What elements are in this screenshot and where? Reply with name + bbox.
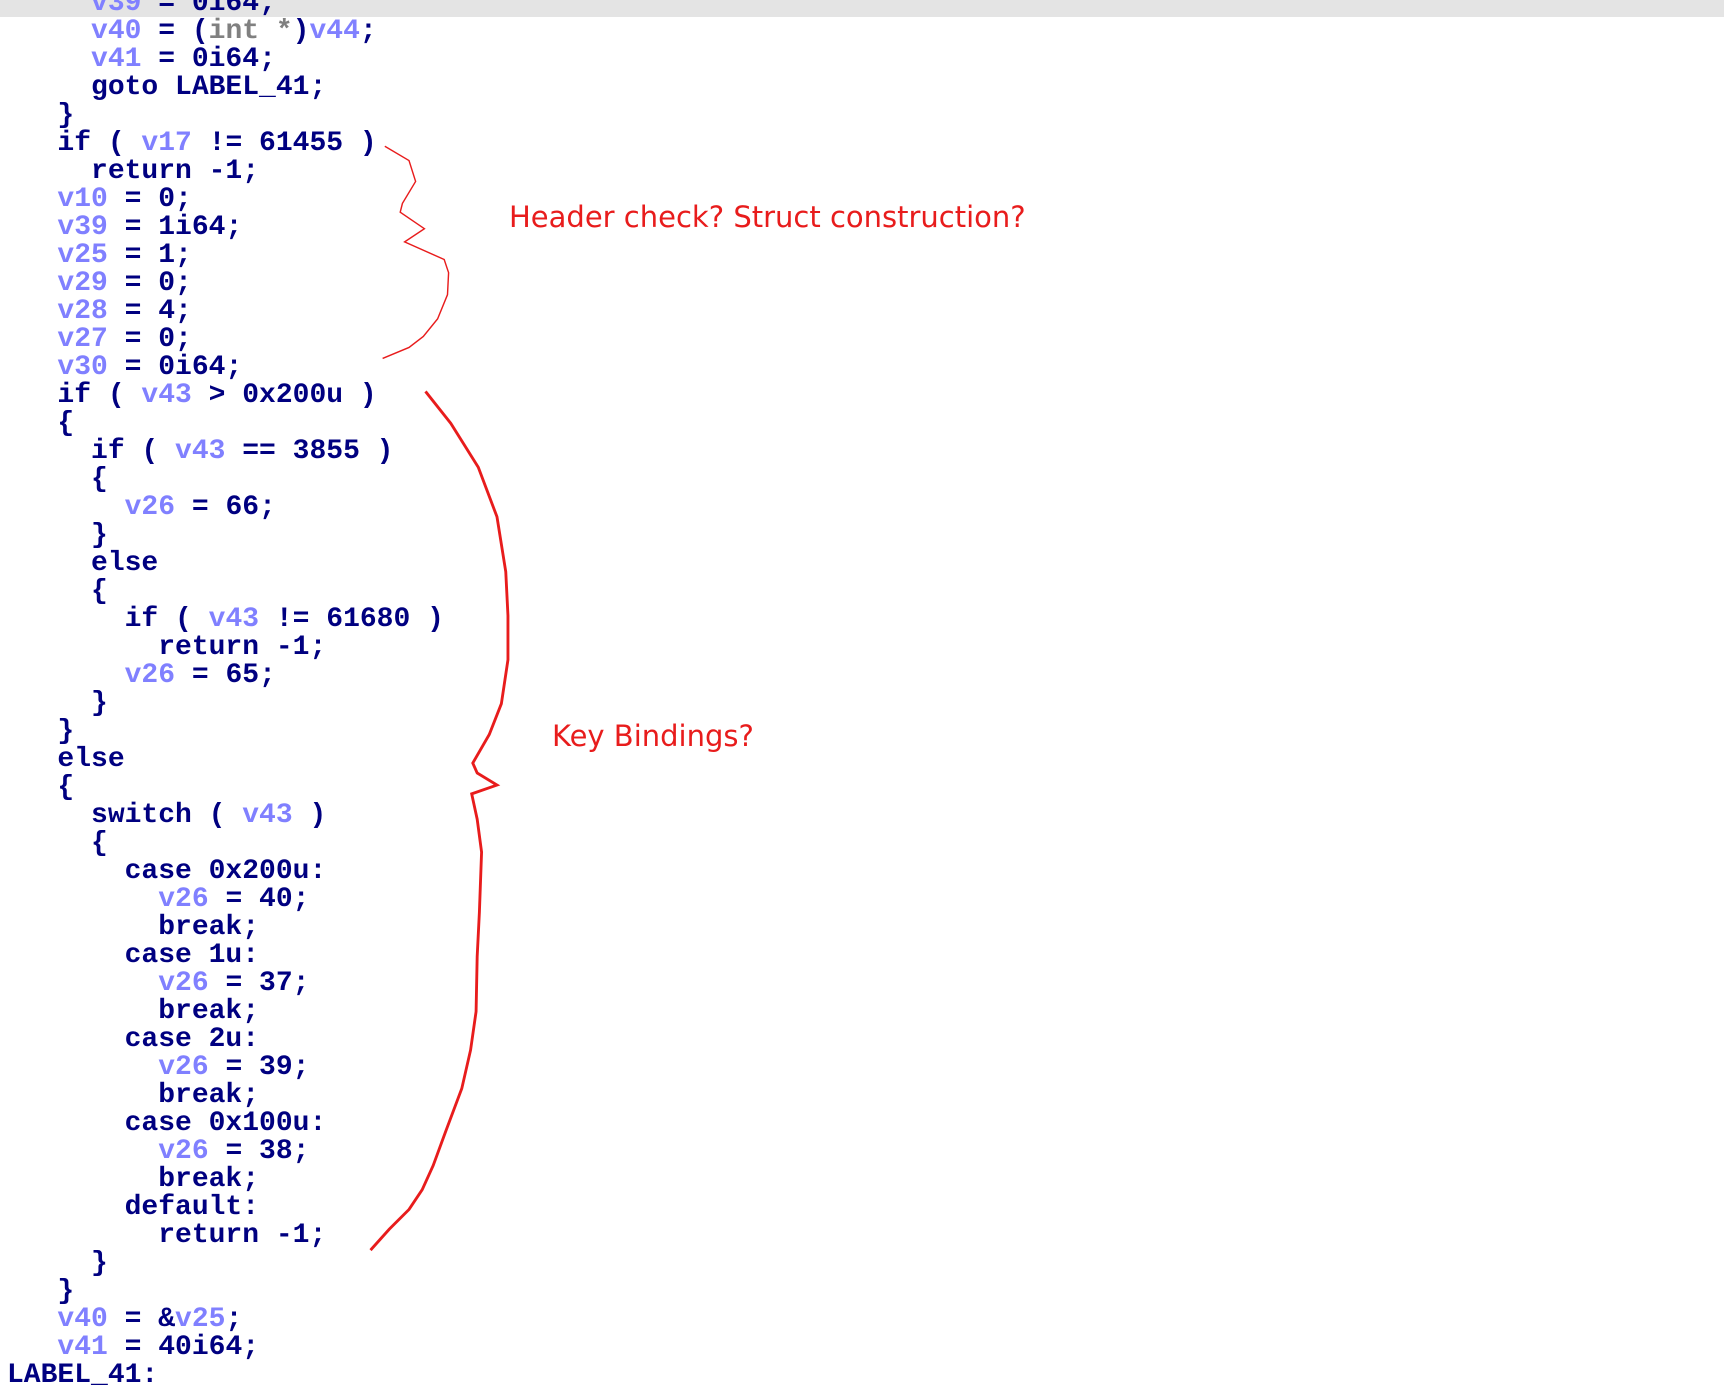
header-brace-mark: [382, 145, 450, 360]
key-bindings-annotation: Key Bindings?: [552, 719, 754, 753]
header-check-annotation: Header check? Struct construction?: [509, 200, 1026, 234]
keybindings-brace-mark: [369, 390, 510, 1252]
